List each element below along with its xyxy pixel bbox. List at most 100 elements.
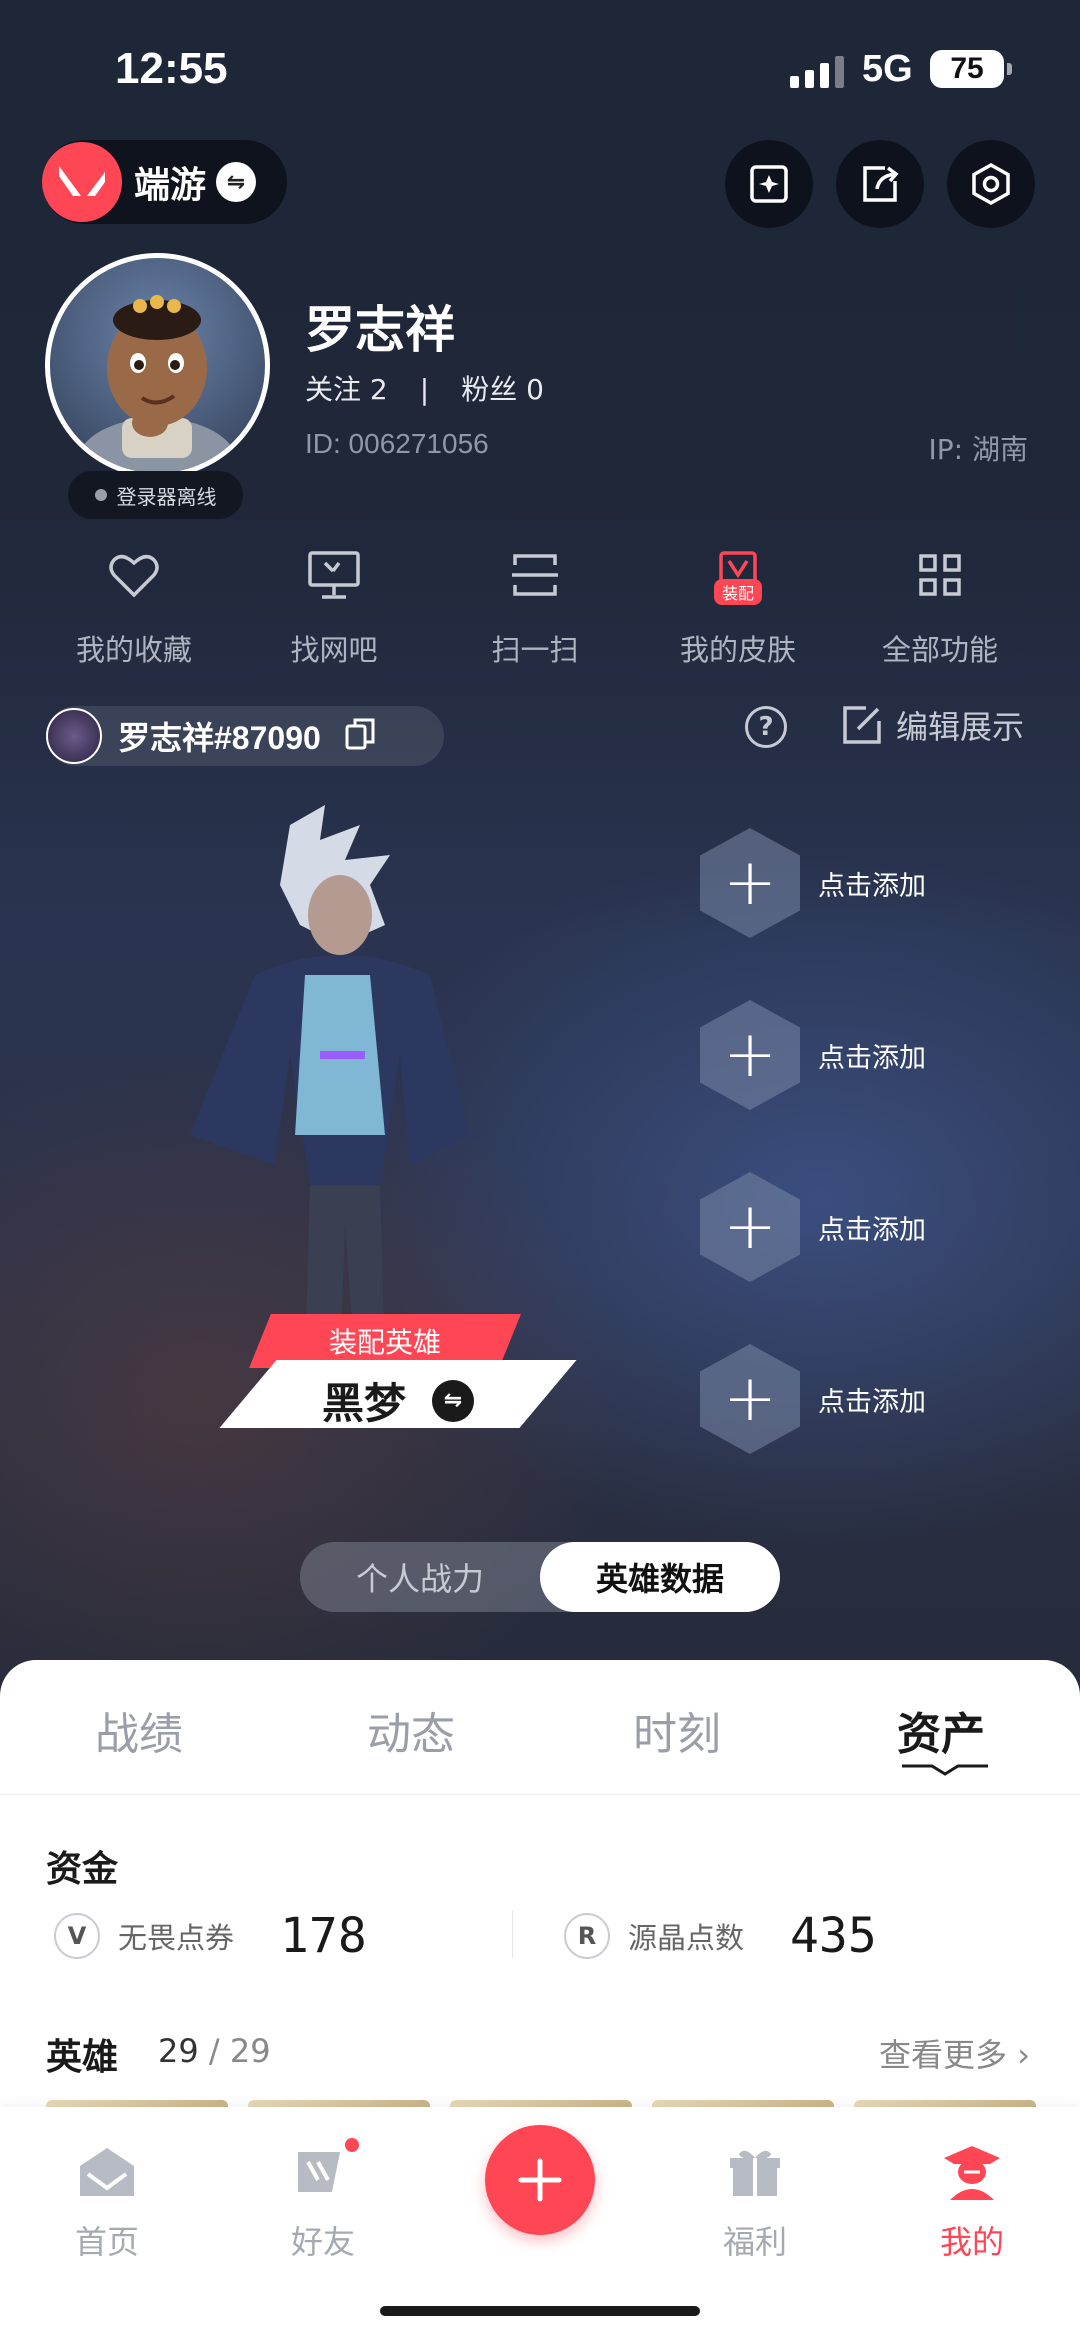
hero-owned: 29: [158, 2032, 199, 2070]
tab-record[interactable]: 战绩: [95, 1698, 183, 1762]
nav-me[interactable]: 我的: [897, 2137, 1047, 2263]
shortcut-label: 我的皮肤: [679, 633, 796, 667]
shortcut-label: 扫一扫: [491, 633, 579, 667]
add-slot-label: 点击添加: [818, 1214, 926, 1246]
add-slot-label: 点击添加: [818, 1386, 926, 1418]
fund-value: 178: [280, 1908, 367, 1964]
heart-icon: [109, 554, 159, 598]
fund-name: 无畏点券: [118, 1921, 235, 1955]
see-more-label: 查看更多: [879, 2036, 1008, 2074]
profile-tabs: 战绩 动态 时刻 资产: [0, 1660, 1080, 1795]
edit-display-label: 编辑展示: [896, 708, 1025, 746]
nav-label: 好友: [290, 2223, 355, 2261]
plus-icon: [518, 2158, 562, 2202]
signal-icon: [790, 56, 844, 88]
username: 罗志祥: [305, 301, 455, 359]
edit-icon: [843, 706, 881, 744]
game-switcher[interactable]: 端游 ⇋: [42, 140, 287, 224]
add-slot[interactable]: + 点击添加: [700, 1000, 960, 1110]
status-time: 12:55: [115, 44, 228, 93]
segment-hero-data[interactable]: 英雄数据: [540, 1542, 780, 1612]
active-tab-indicator: [902, 1764, 988, 1776]
shortcut-label: 全部功能: [881, 633, 998, 667]
home-icon: [80, 2148, 134, 2196]
shortcut-all-features[interactable]: 全部功能: [850, 545, 1030, 669]
funds-title: 资金: [46, 1849, 119, 1890]
battery-level: 75: [950, 52, 984, 85]
fund-divider: [512, 1910, 513, 1958]
settings-button[interactable]: [947, 140, 1035, 228]
game-name: 端游: [134, 165, 207, 206]
see-more-link[interactable]: 查看更多 ›: [879, 2030, 1030, 2076]
monitor-icon: [308, 551, 360, 599]
shortcut-row: 我的收藏 找网吧 扫一扫 装配 我的皮肤 全部功能: [0, 545, 1080, 675]
shortcut-scan[interactable]: 扫一扫: [445, 545, 625, 669]
home-indicator[interactable]: [380, 2306, 700, 2316]
shortcut-label: 我的收藏: [75, 633, 192, 667]
agent-avatar-mini: [46, 708, 102, 764]
valorant-points-icon: V: [54, 1913, 100, 1959]
segment-personal-power[interactable]: 个人战力: [300, 1542, 540, 1612]
shortcut-label: 找网吧: [290, 633, 378, 667]
add-slot[interactable]: + 点击添加: [700, 1172, 960, 1282]
offline-dot-icon: [94, 489, 107, 501]
swap-icon: ⇋: [216, 162, 257, 202]
riot-id-tag[interactable]: 罗志祥#87090: [46, 706, 444, 766]
following-label: 关注: [305, 373, 362, 406]
nav-home[interactable]: 首页: [32, 2137, 182, 2263]
fund-value: 435: [790, 1908, 877, 1964]
swap-hero-icon[interactable]: ⇋: [432, 1379, 475, 1422]
tab-moments[interactable]: 时刻: [633, 1698, 721, 1762]
create-post-button[interactable]: [485, 2125, 595, 2235]
valorant-logo-icon: [42, 142, 122, 222]
login-status-badge: 登录器离线: [68, 471, 243, 519]
hero-name-wrap[interactable]: 黑梦 ⇋: [322, 1370, 475, 1431]
nav-label: 福利: [722, 2223, 787, 2261]
add-slot[interactable]: + 点击添加: [700, 828, 960, 938]
stats-segmented-control: 个人战力 英雄数据: [300, 1542, 780, 1612]
add-slot-label: 点击添加: [818, 1042, 926, 1074]
shortcut-skins[interactable]: 装配 我的皮肤: [648, 545, 828, 669]
user-id: ID: 006271056: [305, 428, 489, 459]
fund-item: R 源晶点数 435: [564, 1908, 877, 1964]
grid-icon: [919, 554, 961, 596]
nav-benefits[interactable]: 福利: [680, 2137, 830, 2263]
sparkle-card-button[interactable]: [725, 140, 813, 228]
tab-assets[interactable]: 资产: [897, 1698, 985, 1762]
hero-figure: [190, 805, 470, 1365]
fund-item: V 无畏点券 178: [54, 1908, 367, 1964]
help-icon[interactable]: ?: [745, 706, 787, 748]
settings-hex-icon: [972, 162, 1010, 206]
edit-display-button[interactable]: 编辑展示: [840, 702, 1024, 748]
fans-count: 0: [526, 373, 544, 406]
chevron-right-icon: ›: [1017, 2036, 1030, 2074]
shortcut-favorites[interactable]: 我的收藏: [44, 545, 224, 669]
shortcut-netcafe[interactable]: 找网吧: [244, 545, 424, 669]
plus-icon: +: [700, 828, 800, 938]
fans-label: 粉丝: [461, 373, 518, 406]
add-slot[interactable]: + 点击添加: [700, 1344, 960, 1454]
radianite-points-icon: R: [564, 1913, 610, 1959]
following-count: 2: [369, 373, 388, 406]
scan-icon: [512, 554, 558, 596]
add-slot-label: 点击添加: [818, 870, 926, 902]
tab-activity[interactable]: 动态: [367, 1698, 455, 1762]
me-agent-icon: [944, 2146, 1000, 2200]
fund-name: 源晶点数: [628, 1921, 745, 1955]
avatar[interactable]: [45, 253, 270, 478]
nav-label: 首页: [74, 2223, 139, 2261]
heroes-title: 英雄: [46, 2037, 119, 2078]
status-bar: 12:55 5G 75: [0, 0, 1080, 140]
follow-stats: 关注 2 | 粉丝 0: [305, 368, 544, 408]
hero-name: 黑梦: [322, 1379, 407, 1428]
share-icon: [863, 166, 899, 202]
plus-icon: +: [700, 1344, 800, 1454]
skin-badge: 装配: [713, 579, 763, 605]
nav-friends[interactable]: 好友: [248, 2135, 398, 2263]
copy-icon[interactable]: [343, 717, 377, 755]
following-link[interactable]: 关注 2: [305, 373, 388, 406]
hero-count: 29 / 29: [158, 2032, 271, 2070]
plus-icon: +: [700, 1000, 800, 1110]
share-button[interactable]: [836, 140, 924, 228]
fans-link[interactable]: 粉丝 0: [461, 373, 544, 406]
